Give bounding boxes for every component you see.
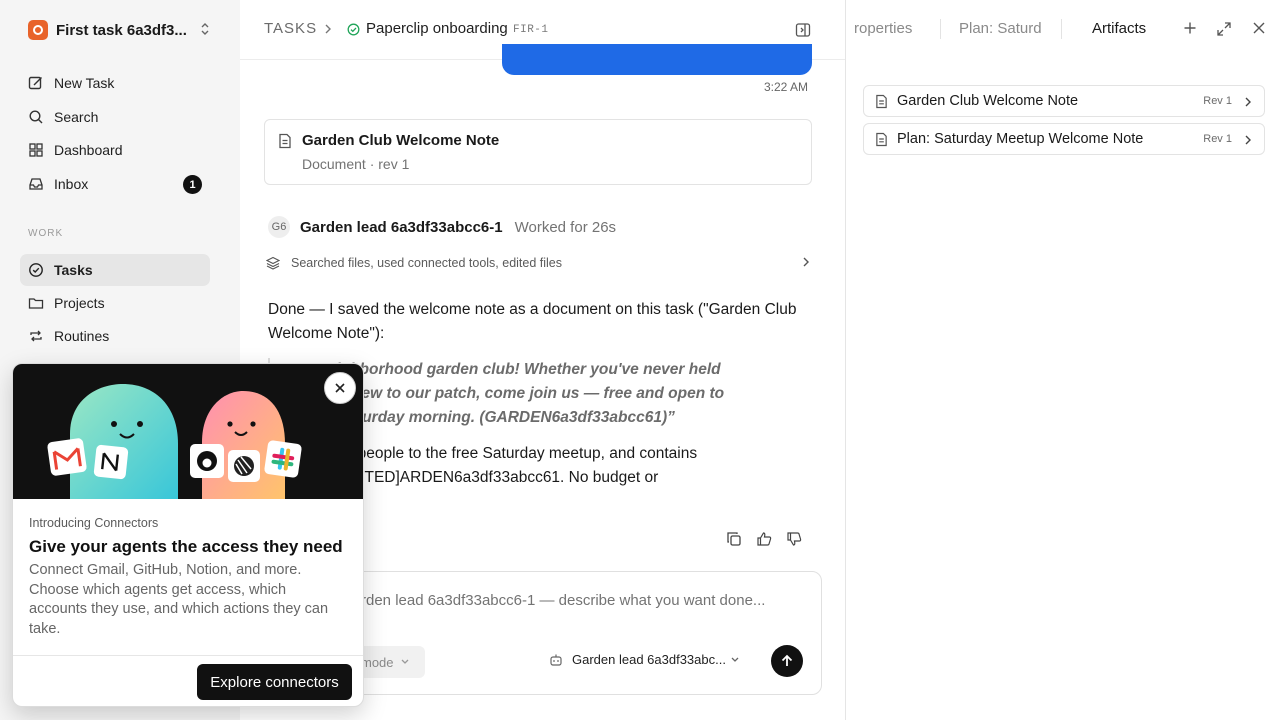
sidebar-item-label: Projects xyxy=(54,295,105,311)
close-icon[interactable] xyxy=(1252,21,1266,35)
tab-properties[interactable]: roperties xyxy=(854,20,924,37)
sidebar-item-projects[interactable]: Projects xyxy=(20,287,210,319)
user-message-bubble xyxy=(502,44,812,75)
artifact-title: Garden Club Welcome Note xyxy=(897,93,1079,109)
send-button[interactable] xyxy=(771,645,803,677)
workspace-logo xyxy=(28,20,48,40)
search-icon xyxy=(29,110,43,124)
sidebar-item-label: Routines xyxy=(54,328,110,344)
inbox-count-badge: 1 xyxy=(183,175,202,194)
artifact-revision: Rev 1 xyxy=(1203,95,1232,107)
agent-selector-label: Garden lead 6a3df33abc... xyxy=(572,652,726,667)
section-label-work: WORK xyxy=(28,228,64,239)
bot-icon xyxy=(550,654,562,666)
sidebar-item-dashboard[interactable]: Dashboard xyxy=(20,134,210,166)
popup-kicker: Introducing Connectors xyxy=(29,516,159,530)
check-circle-icon xyxy=(29,263,43,277)
avatar: G6 xyxy=(268,216,290,238)
copy-icon[interactable] xyxy=(726,531,742,547)
chevron-right-icon xyxy=(803,257,809,267)
sidebar-item-label: New Task xyxy=(54,75,115,91)
popup-title: Give your agents the access they need xyxy=(29,537,343,556)
connectors-announcement-popup: Introducing Connectors Give your agents … xyxy=(12,363,364,707)
close-icon xyxy=(335,383,345,393)
composer-input[interactable]: rden lead 6a3df33abcc6-1 — describe what… xyxy=(361,592,765,609)
agent-worked-time: Worked for 26s xyxy=(514,218,617,236)
tab-divider xyxy=(1061,19,1062,39)
repeat-icon xyxy=(30,330,42,342)
sidebar-item-inbox[interactable]: Inbox 1 xyxy=(20,168,210,200)
chevron-right-icon xyxy=(325,24,331,34)
sidebar-item-new-task[interactable]: New Task xyxy=(20,67,210,99)
sidebar-item-label: Tasks xyxy=(54,262,93,278)
github-icon xyxy=(190,444,224,478)
arrow-up-icon xyxy=(781,654,793,666)
artifact-item[interactable]: Garden Club Welcome Note Rev 1 xyxy=(863,85,1265,117)
breadcrumb-root[interactable]: TASKS xyxy=(264,20,317,37)
chevron-right-icon xyxy=(1245,97,1251,107)
gmail-icon xyxy=(47,438,87,476)
tab-divider xyxy=(940,19,941,39)
right-panel: roperties Plan: Saturd Artifacts Garden … xyxy=(847,0,1280,720)
document-title: Garden Club Welcome Note xyxy=(302,132,500,149)
layers-icon xyxy=(266,256,280,270)
chevron-updown-icon xyxy=(201,23,209,35)
artifact-title: Plan: Saturday Meetup Welcome Note xyxy=(897,131,1144,147)
explore-connectors-button[interactable]: Explore connectors xyxy=(197,664,352,700)
chevron-down-icon xyxy=(401,659,408,664)
tab-plan[interactable]: Plan: Saturd xyxy=(959,20,1041,37)
edit-icon xyxy=(28,76,42,90)
connectors-hero-art xyxy=(47,384,302,499)
popup-body: Connect Gmail, GitHub, Notion, and more.… xyxy=(29,562,329,637)
panel-toggle-icon[interactable] xyxy=(795,22,811,38)
folder-icon xyxy=(28,298,44,309)
linear-icon xyxy=(228,450,260,482)
message-actions xyxy=(726,531,802,547)
popup-footer: Explore connectors xyxy=(13,655,363,706)
agent-name: Garden lead 6a3df33abcc6-1 xyxy=(300,218,503,236)
document-subtitle: Document · rev 1 xyxy=(302,156,410,172)
thumbs-up-icon[interactable] xyxy=(756,531,772,547)
document-card[interactable]: Garden Club Welcome Note Document · rev … xyxy=(264,119,812,185)
agent-selector[interactable]: Garden lead 6a3df33abc... xyxy=(549,652,740,667)
artifact-revision: Rev 1 xyxy=(1203,133,1232,145)
expand-icon[interactable] xyxy=(1216,21,1232,37)
thumbs-down-icon[interactable] xyxy=(786,531,802,547)
sidebar-item-label: Dashboard xyxy=(54,142,123,158)
document-icon xyxy=(876,94,887,108)
sidebar-item-label: Inbox xyxy=(54,176,89,192)
agent-message: Done — I saved the welcome note as a doc… xyxy=(268,301,797,342)
notion-icon xyxy=(93,444,129,480)
plus-icon[interactable] xyxy=(1183,21,1197,35)
workspace-switcher[interactable]: First task 6a3df3... xyxy=(28,18,214,42)
connectors-illustration xyxy=(13,364,363,499)
sidebar-item-routines[interactable]: Routines xyxy=(20,320,210,352)
dashboard-icon xyxy=(29,143,43,157)
document-icon xyxy=(876,132,887,146)
artifact-item[interactable]: Plan: Saturday Meetup Welcome Note Rev 1 xyxy=(863,123,1265,155)
page-title: Paperclip onboarding xyxy=(366,20,508,37)
mode-label: mode xyxy=(361,654,394,670)
sidebar-item-label: Search xyxy=(54,109,99,125)
workspace-name: First task 6a3df3... xyxy=(56,21,187,39)
sidebar-item-search[interactable]: Search xyxy=(20,101,210,133)
task-id: FIR-1 xyxy=(513,24,549,36)
chevron-right-icon xyxy=(1245,135,1251,145)
tool-activity-text: Searched files, used connected tools, ed… xyxy=(291,256,563,270)
close-button[interactable] xyxy=(324,372,356,404)
agent-header: G6 Garden lead 6a3df33abcc6-1 Worked for… xyxy=(268,216,616,238)
sidebar-item-tasks[interactable]: Tasks xyxy=(20,254,210,286)
document-icon xyxy=(279,133,291,149)
inbox-icon xyxy=(29,178,43,190)
tool-activity-summary[interactable]: Searched files, used connected tools, ed… xyxy=(266,253,812,273)
slack-icon xyxy=(264,440,302,478)
tab-artifacts[interactable]: Artifacts xyxy=(1092,20,1146,37)
chevron-down-icon xyxy=(731,657,739,662)
message-timestamp: 3:22 AM xyxy=(764,80,809,94)
message-composer[interactable]: rden lead 6a3df33abcc6-1 — describe what… xyxy=(340,571,822,695)
status-done-icon xyxy=(347,23,360,36)
